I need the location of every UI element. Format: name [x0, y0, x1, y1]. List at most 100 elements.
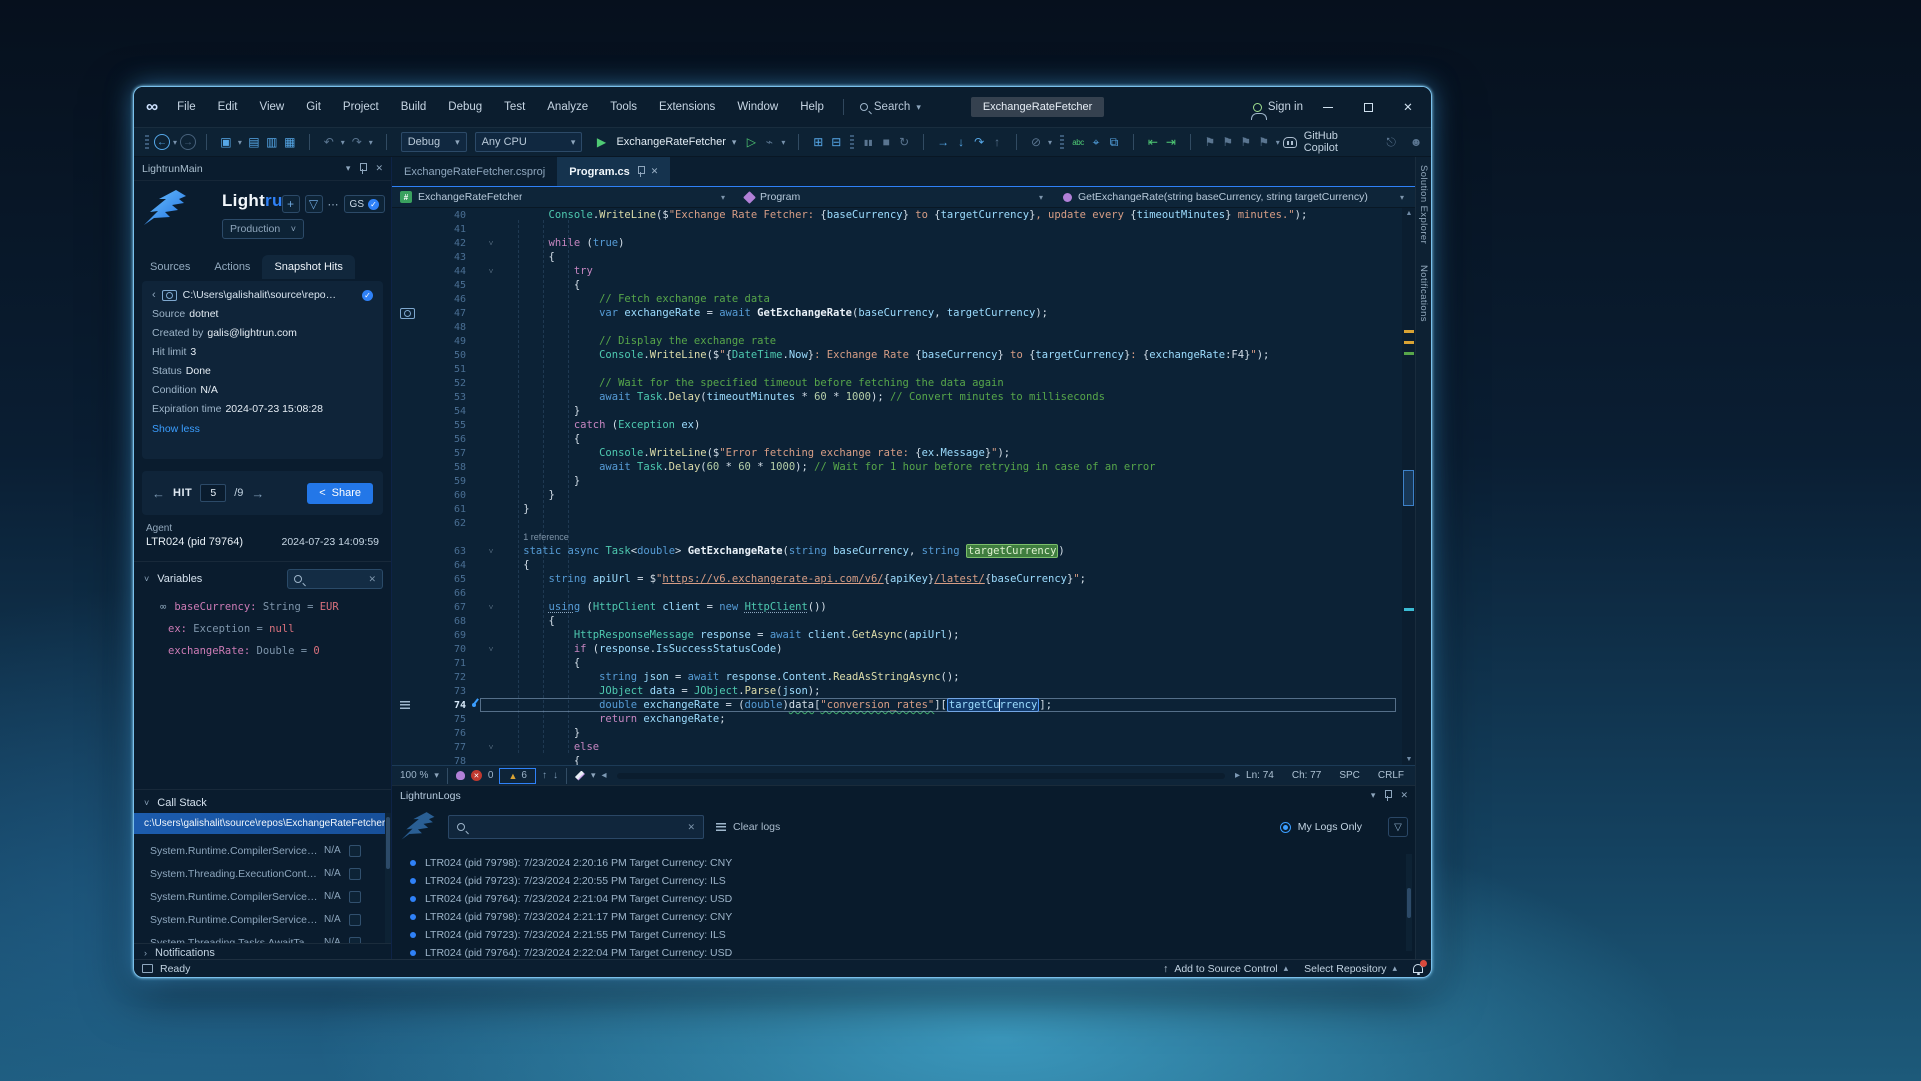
code-line[interactable]: 75return exchangeRate;: [392, 712, 1402, 726]
code-line[interactable]: 52// Wait for the specified timeout befo…: [392, 376, 1402, 390]
code-line[interactable]: 42˅while (true): [392, 236, 1402, 250]
step-over-button[interactable]: ↷: [970, 132, 988, 152]
new-dropdown[interactable]: ▾: [235, 138, 245, 147]
error-count[interactable]: 0: [488, 770, 494, 781]
call-stack-frame[interactable]: System.Runtime.CompilerServices.AsyncT..…: [134, 908, 385, 931]
minimize-button[interactable]: [1313, 96, 1343, 118]
menu-item-help[interactable]: Help: [791, 98, 833, 116]
code-line[interactable]: 48: [392, 320, 1402, 334]
zoom-level[interactable]: 100 %: [400, 770, 428, 781]
code-line[interactable]: 73JObject data = JObject.Parse(json);: [392, 684, 1402, 698]
fold-icon[interactable]: ˅: [484, 743, 498, 752]
variable-row[interactable]: ex: Exception = null: [160, 623, 383, 635]
menu-item-tools[interactable]: Tools: [601, 98, 646, 116]
github-copilot-button[interactable]: GitHub Copilot ⎋ ☻: [1283, 130, 1425, 154]
call-stack-frame[interactable]: System.Threading.Tasks.AwaitTaskContinu.…: [134, 931, 385, 943]
code-line[interactable]: 57Console.WriteLine($"Error fetching exc…: [392, 446, 1402, 460]
fold-icon[interactable]: ˅: [484, 645, 498, 654]
lightrun-tab-sources[interactable]: Sources: [138, 255, 202, 279]
code-line[interactable]: 1 reference: [392, 530, 1402, 544]
code-line[interactable]: 61}: [392, 502, 1402, 516]
code-line[interactable]: 67˅using (HttpClient client = new HttpCl…: [392, 600, 1402, 614]
log-entry[interactable]: LTR024 (pid 79764): 7/23/2024 2:22:04 PM…: [392, 944, 1400, 959]
scroll-down-icon[interactable]: ▼: [1402, 756, 1416, 763]
intellisense-head-icon[interactable]: [456, 771, 465, 780]
share-button[interactable]: < Share: [307, 483, 373, 504]
menu-item-view[interactable]: View: [250, 98, 293, 116]
log-entry[interactable]: LTR024 (pid 79723): 7/23/2024 2:21:55 PM…: [392, 926, 1400, 944]
code-line[interactable]: 58await Task.Delay(60 * 60 * 1000); // W…: [392, 460, 1402, 474]
select-repository-button[interactable]: Select Repository ▴: [1304, 963, 1397, 975]
variables-search[interactable]: ✕: [287, 569, 383, 589]
snapshot-camera-icon[interactable]: [400, 308, 415, 319]
code-line[interactable]: 50Console.WriteLine($"{DateTime.Now}: Ex…: [392, 348, 1402, 362]
logs-search-input[interactable]: [472, 821, 680, 833]
code-line[interactable]: 59}: [392, 474, 1402, 488]
menu-item-extensions[interactable]: Extensions: [650, 98, 724, 116]
code-line[interactable]: 62: [392, 516, 1402, 530]
variable-row[interactable]: ∞baseCurrency: String = EUR: [160, 601, 383, 613]
lightrun-tab-snapshot-hits[interactable]: Snapshot Hits: [262, 255, 354, 279]
frame-checkbox[interactable]: [349, 845, 361, 857]
sign-in-button[interactable]: Sign in: [1253, 101, 1303, 113]
code-line[interactable]: 47var exchangeRate = await GetExchangeRa…: [392, 306, 1402, 320]
code-line[interactable]: 49// Display the exchange rate: [392, 334, 1402, 348]
fold-icon[interactable]: ˅: [484, 603, 498, 612]
toolbar-grip[interactable]: [1060, 135, 1064, 149]
variable-row[interactable]: exchangeRate: Double = 0: [160, 645, 383, 657]
code-line[interactable]: 68{: [392, 614, 1402, 628]
maximize-button[interactable]: [1353, 96, 1383, 118]
code-line[interactable]: 63˅static async Task<double> GetExchange…: [392, 544, 1402, 558]
code-line[interactable]: 72string json = await response.Content.R…: [392, 670, 1402, 684]
show-less-link[interactable]: Show less: [152, 423, 373, 435]
scroll-up-icon[interactable]: ▲: [1402, 210, 1416, 217]
more-options-icon[interactable]: ⋯: [328, 198, 339, 211]
scrollbar-thumb[interactable]: [1403, 470, 1414, 506]
pause-button[interactable]: ▮▮: [859, 132, 877, 152]
code-line[interactable]: 78{: [392, 754, 1402, 765]
feedback-icon[interactable]: ☻: [1407, 132, 1425, 152]
restart-button[interactable]: ↻: [895, 132, 913, 152]
hscroll-right-icon[interactable]: ▸: [1235, 770, 1240, 781]
back-chevron-icon[interactable]: ‹: [152, 289, 156, 301]
find-in-files-button[interactable]: ⊟: [827, 132, 845, 152]
preview-window-button[interactable]: ⊞: [809, 132, 827, 152]
tab-pin-icon[interactable]: [637, 166, 644, 177]
panel-dropdown-icon[interactable]: ▾: [346, 163, 351, 174]
code-line[interactable]: 77˅else: [392, 740, 1402, 754]
breakpoints-button[interactable]: ⊘: [1027, 132, 1045, 152]
fold-icon[interactable]: ˅: [484, 239, 498, 248]
breadcrumb-project[interactable]: # ExchangeRateFetcher ▾: [392, 187, 737, 207]
menu-item-git[interactable]: Git: [297, 98, 330, 116]
call-stack-scrollbar[interactable]: [385, 813, 391, 945]
call-stack-section-header[interactable]: ˅ Call Stack: [144, 797, 207, 809]
tab-close-icon[interactable]: ✕: [651, 166, 659, 177]
bookmark-next-button[interactable]: ⚑: [1237, 132, 1255, 152]
environment-dropdown[interactable]: Production˅: [222, 219, 304, 239]
clear-search-icon[interactable]: ✕: [687, 822, 695, 833]
variables-search-input[interactable]: [307, 574, 363, 585]
solution-config-dropdown[interactable]: Debug▾: [401, 132, 467, 152]
hit-number-input[interactable]: [200, 484, 226, 502]
call-stack-frame[interactable]: System.Runtime.CompilerServices.AsyncT..…: [134, 885, 385, 908]
menu-item-project[interactable]: Project: [334, 98, 388, 116]
start-debugging-button[interactable]: ▶ ExchangeRateFetcher ▾: [586, 131, 742, 153]
log-entry[interactable]: LTR024 (pid 79798): 7/23/2024 2:21:17 PM…: [392, 908, 1400, 926]
copy-document-button[interactable]: ⧉: [1105, 132, 1123, 152]
logs-filter-button[interactable]: ▽: [1388, 817, 1408, 837]
code-line[interactable]: 54}: [392, 404, 1402, 418]
menu-item-build[interactable]: Build: [392, 98, 436, 116]
bookmark-prev-button[interactable]: ⚑: [1219, 132, 1237, 152]
bookmark-toggle-button[interactable]: ⚑: [1201, 132, 1219, 152]
search-button[interactable]: Search ▾: [860, 101, 921, 113]
code-line[interactable]: 41: [392, 222, 1402, 236]
code-line[interactable]: 53await Task.Delay(timeoutMinutes * 60 *…: [392, 390, 1402, 404]
indent-increase-button[interactable]: ⇥: [1162, 132, 1180, 152]
tab-solution-explorer[interactable]: Solution Explorer: [1418, 165, 1429, 244]
code-line[interactable]: 66: [392, 586, 1402, 600]
call-stack-frame[interactable]: System.Runtime.CompilerServices.AsyncT..…: [134, 839, 385, 862]
filter-button[interactable]: ▽: [305, 195, 323, 213]
code-area[interactable]: 40Console.WriteLine($"Exchange Rate Fetc…: [392, 208, 1402, 765]
lightrun-pin-icon[interactable]: [472, 703, 476, 707]
gs-user-badge[interactable]: GS ✓: [344, 195, 385, 213]
